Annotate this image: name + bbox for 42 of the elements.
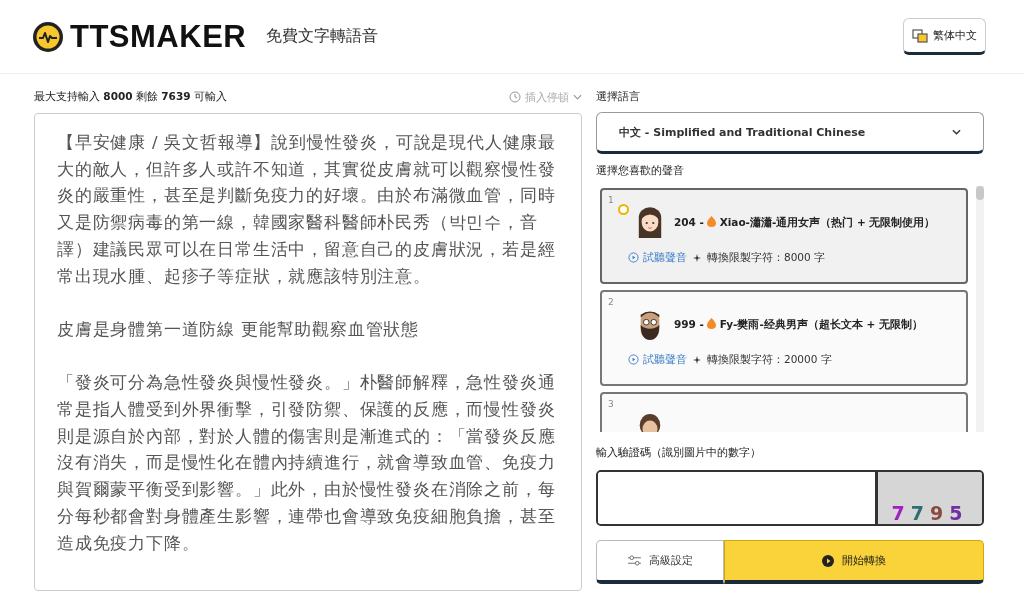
selected-radio-indicator: [618, 204, 629, 215]
scrollbar-thumb[interactable]: [976, 186, 984, 200]
text-input-field[interactable]: [34, 113, 582, 591]
character-limit: 轉換限製字符：8000 字: [707, 250, 826, 265]
clock-icon: [509, 91, 521, 103]
voice-card[interactable]: 1 204 - Xiao-瀟瀟-通用女声（热门 + 无限制使用） 試聽聲音 轉換限製字符：8000 字: [600, 188, 968, 284]
chevron-down-icon: [573, 94, 582, 100]
logo-text: TTSMAKER: [70, 18, 247, 55]
advanced-settings-button[interactable]: 高級設定: [596, 540, 724, 584]
play-icon: [628, 354, 639, 365]
captcha-label: 輸入驗證碼（識別圖片中的數字）: [596, 445, 762, 460]
character-counter: 最大支持輸入 8000 剩餘 7639 可輸入: [34, 90, 227, 104]
voice-card[interactable]: 3: [600, 392, 968, 432]
play-icon: [822, 554, 834, 567]
voice-name: 204 - Xiao-瀟瀟-通用女声（热门 + 无限制使用）: [674, 216, 936, 230]
paragraph-text: 【早安健康 / 吳文哲報導】說到慢性發炎，可說是現代人健康最大的敵人，但許多人或許不知道，其實從皮膚就可以觀察慢性發炎的嚴重性，甚至是判斷免疫力的好壞。由於布滿微血管，同時又是防禦病毒的第一線，韓國家醫科醫師朴民秀（박민수，音譯）建議民眾可以在日常生活中，留意自己的皮膚狀況，若是經常出現水腫、起疹子等症狀，就應該特別注意。: [57, 132, 558, 288]
sparkle-icon: [693, 355, 701, 364]
voice-number: 3: [608, 399, 614, 409]
logo-icon: [32, 20, 64, 53]
voice-name: 999 - Fy-樊雨-经典男声（超长文本 + 无限制）: [674, 318, 923, 332]
play-icon: [628, 252, 639, 263]
girl-avatar-icon: [636, 206, 664, 240]
preview-voice-link[interactable]: 試聽聲音: [628, 250, 687, 265]
sliders-icon: [627, 555, 641, 566]
voice-card[interactable]: 2 999 - Fy-樊雨-经典男声（超长文本 + 无限制） 試聽聲音 轉換限製字符：20000 字: [600, 290, 968, 386]
voice-number: 1: [608, 195, 614, 205]
character-limit: 轉換限製字符：20000 字: [707, 352, 832, 367]
translate-icon: [912, 28, 928, 43]
sparkle-icon: [693, 253, 701, 262]
tagline: 免費文字轉語音: [266, 26, 379, 47]
preview-voice-link[interactable]: 試聽聲音: [628, 352, 687, 367]
start-conversion-button[interactable]: 開始轉換: [724, 540, 984, 584]
paragraph-text: 「發炎可分為急性發炎與慢性發炎。」朴醫師解釋，急性發炎通常是指人體受到外界衝擊，引發防禦、保護的反應，而慢性發炎則是源自於內部，對於人體的傷害則是漸進式的：「當發炎反應沒有消失，而是慢性化在體內持續進行，就會導致血管、免疫力與賀爾蒙平衡受到影響。」此外，由於慢性發炎在消除之前，每分每秒都會對身體產生影響，連帶也會導致免疫細胞負擔，甚至造成免疫力下降。: [57, 372, 557, 555]
language-button[interactable]: 繁体中文: [903, 18, 986, 55]
voice-label: 選擇您喜歡的聲音: [596, 163, 685, 178]
chevron-down-icon: [952, 129, 961, 135]
paragraph-text: 皮膚是身體第一道防線 更能幫助觀察血管狀態: [57, 318, 421, 341]
flame-icon: [707, 216, 717, 227]
voice-number: 2: [608, 297, 614, 307]
language-dropdown[interactable]: 中文 - Simplified and Traditional Chinese: [596, 112, 984, 154]
language-label: 選擇語言: [596, 89, 641, 104]
flame-icon: [707, 318, 717, 329]
